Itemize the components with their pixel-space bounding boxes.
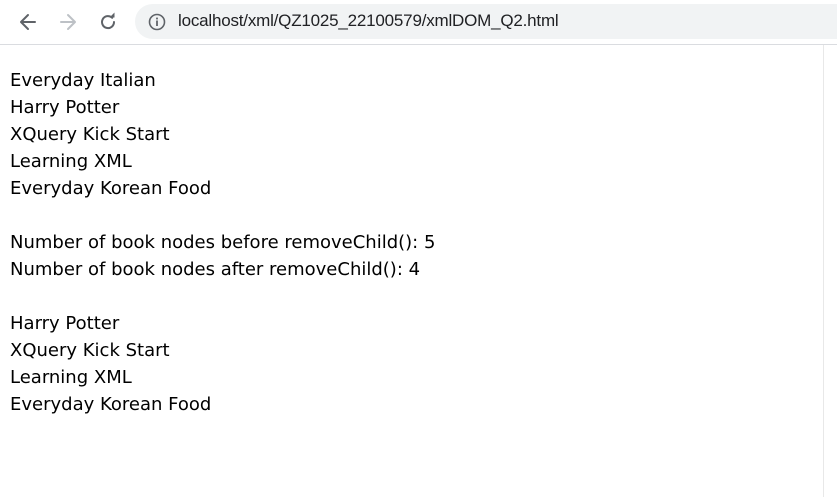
forward-button[interactable] bbox=[53, 7, 83, 37]
book-title: XQuery Kick Start bbox=[10, 340, 170, 361]
reload-icon bbox=[101, 12, 116, 30]
info-icon[interactable] bbox=[148, 13, 166, 31]
url-text[interactable]: localhost/xml/QZ1025_22100579/xmlDOM_Q2.… bbox=[178, 11, 559, 31]
book-title: Harry Potter bbox=[10, 313, 120, 334]
address-bar[interactable]: localhost/xml/QZ1025_22100579/xmlDOM_Q2.… bbox=[135, 4, 837, 39]
back-button[interactable] bbox=[13, 7, 43, 37]
line-break bbox=[10, 202, 435, 229]
browser-toolbar: localhost/xml/QZ1025_22100579/xmlDOM_Q2.… bbox=[0, 0, 837, 45]
book-title: XQuery Kick Start bbox=[10, 124, 170, 145]
book-title: Everyday Korean Food bbox=[10, 394, 212, 415]
page-content: Everyday Italian Harry Potter XQuery Kic… bbox=[10, 67, 435, 418]
vertical-scrollbar[interactable] bbox=[823, 45, 837, 497]
book-title: Learning XML bbox=[10, 367, 132, 388]
arrow-left-icon bbox=[20, 14, 36, 30]
book-title: Learning XML bbox=[10, 151, 132, 172]
count-before-text: Number of book nodes before removeChild(… bbox=[10, 232, 436, 253]
arrow-right-icon bbox=[60, 14, 76, 30]
line-break bbox=[10, 283, 435, 310]
count-after-text: Number of book nodes after removeChild()… bbox=[10, 259, 421, 280]
book-title: Harry Potter bbox=[10, 97, 120, 118]
book-title: Everyday Korean Food bbox=[10, 178, 212, 199]
reload-button[interactable] bbox=[93, 7, 123, 37]
book-title: Everyday Italian bbox=[10, 70, 156, 91]
